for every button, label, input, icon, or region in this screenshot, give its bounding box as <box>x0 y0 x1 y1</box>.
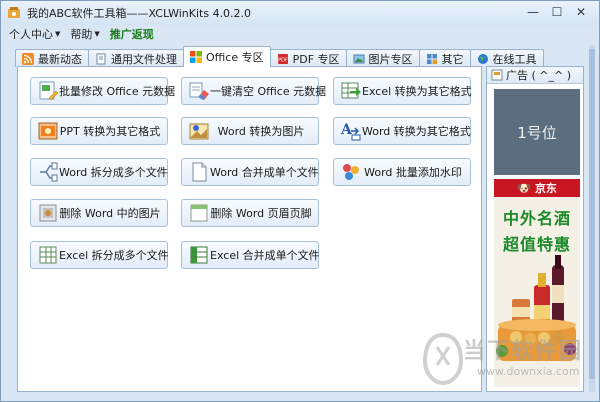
ad-header-label: 广告 ( ^_^ ) <box>506 69 572 82</box>
menu-help[interactable]: 帮助 ▼ <box>70 26 99 42</box>
menu-bar: 个人中心 ▼ 帮助 ▼ 推广返现 <box>1 25 599 43</box>
button-label: Word 批量添加水印 <box>364 166 462 179</box>
button-label: Excel 合并成单个文件 <box>210 249 320 262</box>
tab-label: 最新动态 <box>38 52 82 66</box>
window-title: 我的ABC软件工具箱——XCLWinKits 4.0.2.0 <box>27 7 252 20</box>
menu-personal-center[interactable]: 个人中心 ▼ <box>9 26 60 42</box>
eraser-icon <box>188 80 210 102</box>
button-label: PPT 转换为其它格式 <box>59 125 161 138</box>
tab-office[interactable]: Office 专区 <box>183 46 271 67</box>
ad-line-1: 中外名酒 <box>502 209 571 228</box>
ad-header: 广告 ( ^_^ ) <box>487 67 583 84</box>
chevron-down-icon: ▼ <box>55 30 61 38</box>
app-logo-icon <box>7 6 21 20</box>
globe-icon <box>477 53 489 65</box>
close-button[interactable]: ✕ <box>569 4 593 20</box>
menu-label: 帮助 <box>70 28 93 41</box>
chevron-down-icon: ▼ <box>94 30 100 38</box>
word-convert-button[interactable]: A Word 转换为其它格式 <box>333 117 471 145</box>
tab-strip: 最新动态 通用文件处理 Office 专区 PDF PDF 专区 图片专区 其它… <box>15 46 544 67</box>
header-footer-icon <box>188 202 210 224</box>
folder-icon <box>426 53 438 65</box>
delete-header-footer-button[interactable]: 删除 Word 页眉页脚 <box>181 199 319 227</box>
tab-other[interactable]: 其它 <box>418 49 471 67</box>
office-icon <box>190 51 202 63</box>
clear-office-metadata-button[interactable]: 一键清空 Office 元数据 <box>181 77 326 105</box>
maximize-button[interactable]: ☐ <box>545 4 569 20</box>
split-icon <box>37 161 59 183</box>
tab-online-tools[interactable]: 在线工具 <box>469 49 544 67</box>
button-label: 删除 Word 页眉页脚 <box>210 207 312 220</box>
jd-ad-banner[interactable]: 🐶 京东 中外名酒 超值特惠 <box>494 179 580 387</box>
image-icon <box>353 53 365 65</box>
button-label: Excel 转换为其它格式 <box>362 85 472 98</box>
excel-merge-button[interactable]: Excel 合并成单个文件 <box>181 241 320 269</box>
excel-convert-button[interactable]: Excel 转换为其它格式 <box>333 77 472 105</box>
tab-label: 通用文件处理 <box>111 52 177 66</box>
font-convert-icon: A <box>340 120 362 142</box>
ppt-convert-button[interactable]: PPT 转换为其它格式 <box>30 117 168 145</box>
svg-text:A: A <box>340 122 353 138</box>
ad-icon <box>491 69 503 81</box>
window-controls: — ☐ ✕ <box>521 4 593 20</box>
ad-line-2: 超值特惠 <box>502 235 571 254</box>
word-merge-button[interactable]: Word 合并成单个文件 <box>181 158 319 186</box>
tab-label: 其它 <box>441 52 464 66</box>
svg-text:PDF: PDF <box>278 57 288 63</box>
tab-pdf[interactable]: PDF PDF 专区 <box>269 49 347 67</box>
button-label: 批量修改 Office 元数据 <box>59 85 176 98</box>
button-label: 一键清空 Office 元数据 <box>210 85 327 98</box>
jd-brand-label: 京东 <box>534 182 557 195</box>
jd-brand-bar: 🐶 京东 <box>494 179 580 197</box>
batch-edit-office-metadata-button[interactable]: 批量修改 Office 元数据 <box>30 77 175 105</box>
button-label: Word 转换为其它格式 <box>362 125 471 138</box>
document-icon <box>188 161 210 183</box>
button-label: Word 转换为图片 <box>217 125 305 138</box>
button-label: Word 合并成单个文件 <box>210 166 319 179</box>
vertical-scrollbar[interactable] <box>587 45 597 392</box>
tab-general-files[interactable]: 通用文件处理 <box>88 49 184 67</box>
file-icon <box>95 53 107 65</box>
office-tools-panel: 批量修改 Office 元数据 一键清空 Office 元数据 Excel 转换… <box>17 66 482 392</box>
pdf-icon: PDF <box>277 53 289 65</box>
minimize-button[interactable]: — <box>521 4 545 20</box>
excel-convert-icon <box>340 80 362 102</box>
word-to-image-icon <box>188 120 210 142</box>
tab-label: 在线工具 <box>492 52 537 66</box>
ad-panel: 广告 ( ^_^ ) 1号位 🐶 京东 中外名酒 超值特惠 <box>486 66 584 392</box>
word-split-button[interactable]: Word 拆分成多个文件 <box>30 158 168 186</box>
word-to-image-button[interactable]: Word 转换为图片 <box>181 117 319 145</box>
tab-label: PDF 专区 <box>292 52 340 66</box>
delete-word-images-button[interactable]: 删除 Word 中的图片 <box>30 199 168 227</box>
excel-split-button[interactable]: Excel 拆分成多个文件 <box>30 241 169 269</box>
button-label: Excel 拆分成多个文件 <box>59 249 169 262</box>
menu-label: 个人中心 <box>9 28 53 41</box>
ad-slot-1[interactable]: 1号位 <box>494 89 580 175</box>
tab-images[interactable]: 图片专区 <box>345 49 420 67</box>
app-window: 我的ABC软件工具箱——XCLWinKits 4.0.2.0 — ☐ ✕ 个人中… <box>0 0 600 402</box>
edit-metadata-icon <box>37 80 59 102</box>
tab-label: Office 专区 <box>206 51 264 64</box>
delete-image-icon <box>37 202 59 224</box>
excel-merge-icon <box>188 244 210 266</box>
button-label: Word 拆分成多个文件 <box>59 166 168 179</box>
tab-label: 图片专区 <box>368 52 413 66</box>
ppt-icon <box>37 120 59 142</box>
word-watermark-button[interactable]: Word 批量添加水印 <box>333 158 471 186</box>
watermark-icon <box>340 161 362 183</box>
menu-promotion[interactable]: 推广返现 <box>110 26 154 42</box>
title-bar[interactable]: 我的ABC软件工具箱——XCLWinKits 4.0.2.0 — ☐ ✕ <box>1 1 599 25</box>
jd-dog-icon: 🐶 <box>517 181 531 195</box>
excel-split-icon <box>37 244 59 266</box>
rss-icon <box>22 52 34 65</box>
tab-latest-news[interactable]: 最新动态 <box>15 49 89 67</box>
button-label: 删除 Word 中的图片 <box>59 207 161 220</box>
wine-bottles-image <box>496 255 576 361</box>
